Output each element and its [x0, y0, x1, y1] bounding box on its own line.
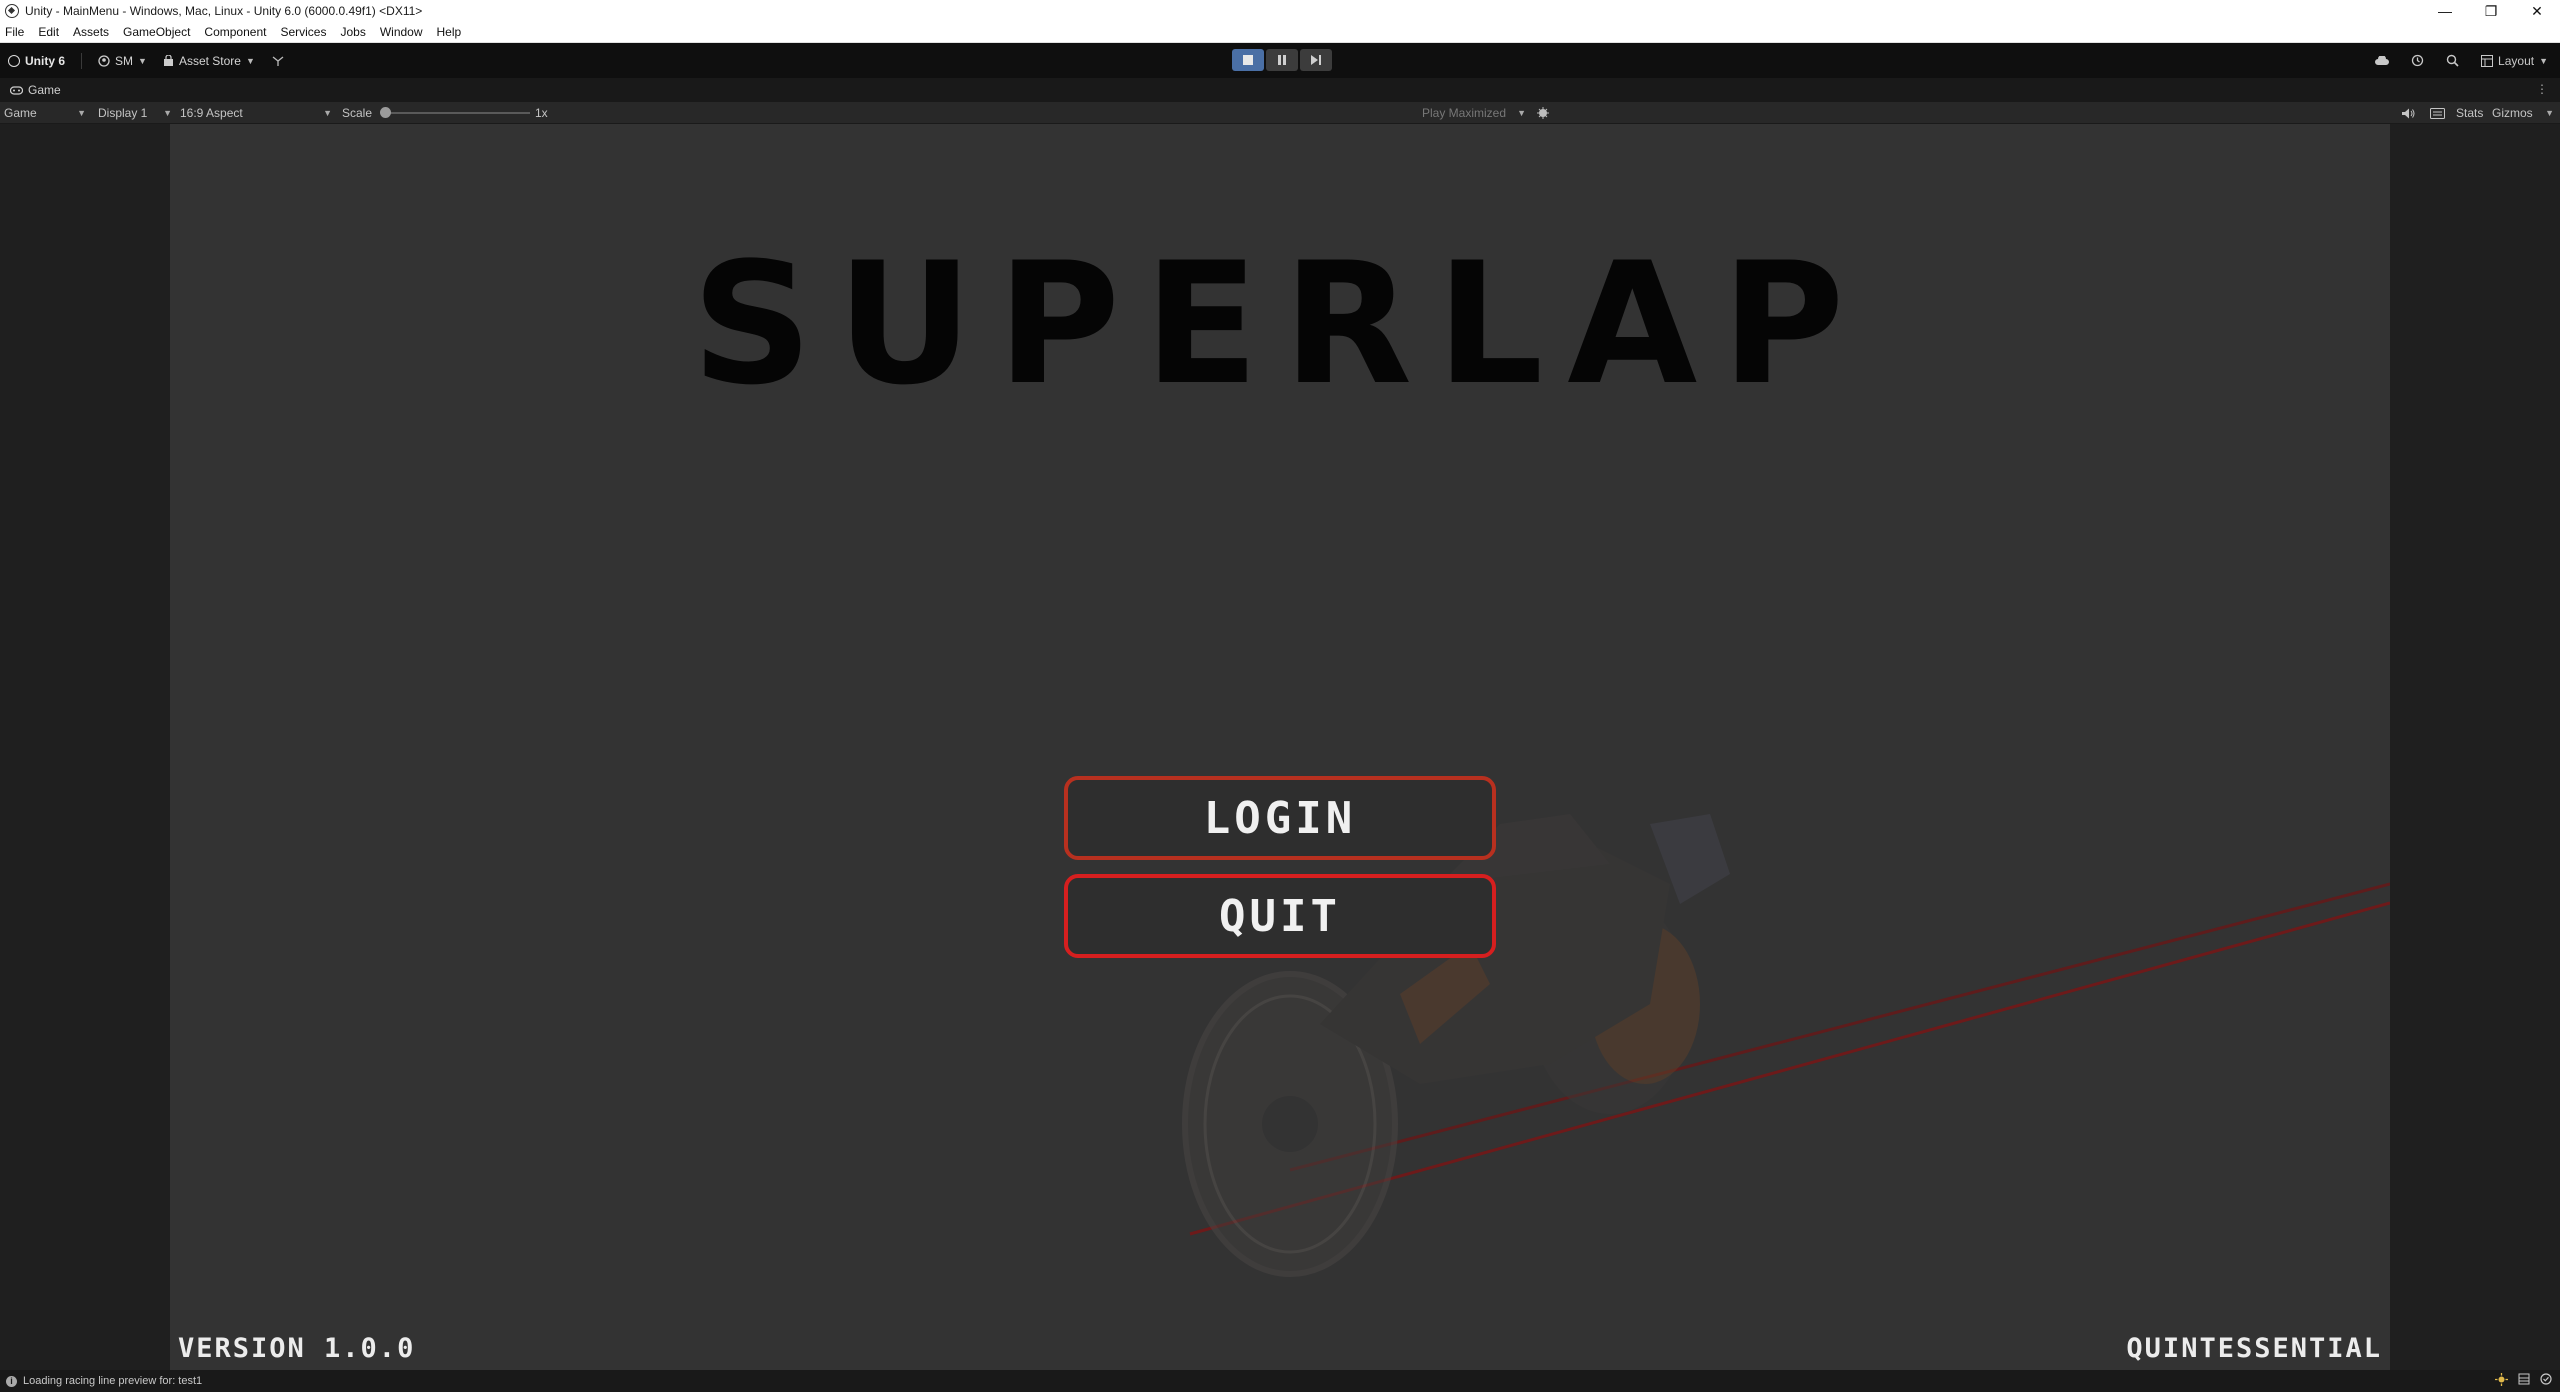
display-dropdown[interactable]: Display 1 ▼	[98, 102, 172, 124]
game-view-controlbar: Game ▼ Display 1 ▼ 16:9 Aspect ▼ Scale 1…	[0, 102, 2560, 124]
bug-icon	[1537, 107, 1549, 119]
asset-store-dropdown[interactable]: Asset Store ▼	[163, 54, 255, 68]
layout-label: Layout	[2498, 53, 2535, 68]
layout-icon	[2481, 54, 2494, 67]
shopping-bag-icon	[163, 54, 173, 66]
unity-app-icon	[5, 4, 19, 18]
menu-window[interactable]: Window	[380, 25, 423, 39]
menu-assets[interactable]: Assets	[73, 25, 109, 39]
play-button[interactable]	[1232, 49, 1264, 71]
history-icon[interactable]	[2411, 54, 2424, 67]
cloud-icon[interactable]	[2375, 55, 2389, 66]
frame-debugger-button[interactable]	[1536, 102, 1550, 124]
play-mode-label: Play Maximized	[1422, 106, 1507, 120]
chevron-down-icon: ▼	[245, 55, 255, 66]
lighting-bake-icon[interactable]	[2495, 1373, 2508, 1386]
title-bar: Unity - MainMenu - Windows, Mac, Linux -…	[0, 0, 2560, 22]
close-button[interactable]: ✕	[2514, 0, 2560, 22]
display-label: Display 1	[98, 106, 148, 120]
more-options-icon[interactable]: ⋮	[2536, 82, 2548, 96]
chevron-down-icon: ▼	[138, 55, 147, 66]
gizmos-dropdown[interactable]: Gizmos ▼	[2492, 102, 2554, 124]
gizmos-label: Gizmos	[2492, 106, 2533, 120]
chevron-down-icon: ▼	[77, 108, 86, 118]
quit-button[interactable]: QUIT	[1064, 874, 1496, 958]
tab-game-label: Game	[28, 83, 61, 97]
shortcuts-button[interactable]	[2430, 102, 2445, 124]
account-dropdown[interactable]: SM ▼	[98, 54, 147, 68]
account-label: SM	[115, 53, 134, 68]
scale-slider-track[interactable]	[388, 112, 530, 114]
main-toolbar: Unity 6 SM ▼ Asset Store ▼ Layout ▼	[0, 43, 2560, 78]
game-logo-title: SUPERLAP	[691, 226, 1869, 422]
layout-dropdown[interactable]: Layout ▼	[2481, 54, 2548, 68]
chevron-down-icon: ▼	[323, 108, 332, 118]
keyboard-icon	[2430, 107, 2445, 119]
cache-server-icon[interactable]	[2518, 1373, 2530, 1385]
studio-name: QUINTESSENTIAL	[2126, 1333, 2382, 1364]
unity-editor-window: Unity - MainMenu - Windows, Mac, Linux -…	[0, 0, 2560, 1392]
view-mode-label: Game	[4, 106, 37, 120]
pause-button[interactable]	[1266, 49, 1298, 71]
chevron-down-icon: ▼	[163, 108, 172, 118]
menu-jobs[interactable]: Jobs	[340, 25, 365, 39]
chevron-down-icon: ▼	[2545, 108, 2554, 118]
account-icon	[98, 54, 110, 67]
toolbar-divider	[81, 52, 83, 69]
step-icon	[1310, 55, 1321, 65]
speaker-icon	[2402, 108, 2415, 118]
asset-store-label: Asset Store	[178, 53, 241, 68]
check-circle-icon[interactable]	[2540, 1373, 2552, 1385]
pause-icon	[1278, 55, 1286, 65]
play-mode-dropdown[interactable]: Play Maximized ▼	[1422, 102, 1526, 124]
view-mode-dropdown[interactable]: Game ▼	[4, 102, 86, 124]
login-button[interactable]: LOGIN	[1064, 776, 1496, 860]
info-icon: i	[6, 1375, 17, 1387]
status-bar: i Loading racing line preview for: test1	[0, 1370, 2560, 1392]
game-viewport[interactable]: SUPERLAP LOGIN QUIT VERSION 1.0.0 QUINTE…	[170, 124, 2390, 1370]
window-controls: — ❐ ✕	[2422, 0, 2560, 22]
version-control-button[interactable]	[271, 55, 285, 67]
aspect-dropdown[interactable]: 16:9 Aspect ▼	[180, 102, 332, 124]
step-button[interactable]	[1300, 49, 1332, 71]
unity-version-label: Unity 6	[25, 53, 66, 68]
minimize-button[interactable]: —	[2422, 0, 2468, 22]
tab-game[interactable]: Game	[0, 83, 61, 97]
menu-component[interactable]: Component	[204, 25, 266, 39]
unity-version-button[interactable]: Unity 6	[8, 54, 65, 68]
chevron-down-icon: ▼	[2539, 55, 2548, 66]
branch-icon	[272, 55, 284, 66]
menu-help[interactable]: Help	[437, 25, 462, 39]
menu-gameobject[interactable]: GameObject	[123, 25, 190, 39]
menu-edit[interactable]: Edit	[38, 25, 59, 39]
stats-button[interactable]: Stats	[2456, 102, 2483, 124]
unity-logo-icon	[8, 54, 20, 67]
gamepad-icon	[10, 85, 23, 95]
game-view-tabstrip: Game ⋮	[0, 78, 2560, 102]
window-title: Unity - MainMenu - Windows, Mac, Linux -…	[25, 4, 423, 18]
scale-slider-thumb[interactable]	[380, 107, 391, 118]
maximize-button[interactable]: ❐	[2468, 0, 2514, 22]
mute-audio-button[interactable]	[2402, 102, 2415, 124]
scale-label: Scale	[342, 106, 373, 120]
menu-bar: File Edit Assets GameObject Component Se…	[0, 22, 2560, 43]
search-icon[interactable]	[2446, 54, 2459, 67]
stop-icon	[1243, 55, 1253, 65]
status-message[interactable]: Loading racing line preview for: test1	[23, 1375, 202, 1387]
scale-value: 1x	[535, 106, 548, 120]
chevron-down-icon: ▼	[1517, 108, 1526, 118]
menu-services[interactable]: Services	[280, 25, 326, 39]
aspect-label: 16:9 Aspect	[180, 106, 243, 120]
play-controls	[1232, 49, 1332, 71]
menu-file[interactable]: File	[5, 25, 24, 39]
version-text: VERSION 1.0.0	[178, 1333, 416, 1364]
